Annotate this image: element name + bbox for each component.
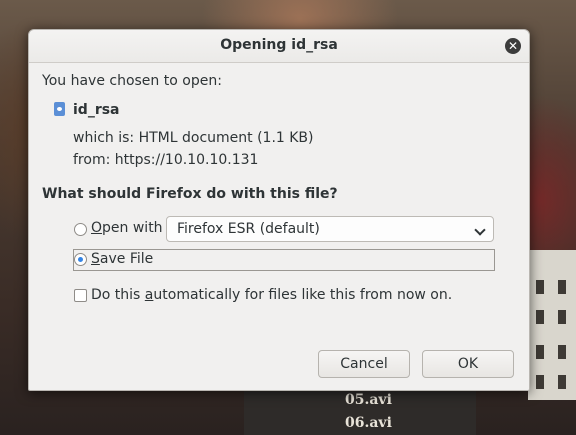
open-with-label[interactable]: Open with <box>91 220 163 236</box>
html-file-icon <box>54 102 65 116</box>
file-type: which is: HTML document (1.1 KB) <box>73 130 314 146</box>
wallpaper-building <box>528 250 576 400</box>
auto-action-checkbox[interactable] <box>74 289 87 302</box>
save-file-mnemonic: S <box>91 251 100 267</box>
application-select[interactable]: Firefox ESR (default) <box>166 216 494 242</box>
open-with-mnemonic: O <box>91 220 103 236</box>
open-with-radio[interactable] <box>74 223 87 236</box>
ok-button[interactable]: OK <box>422 350 514 378</box>
dialog-titlebar: Opening id_rsa ✕ <box>29 30 529 63</box>
close-icon[interactable]: ✕ <box>505 38 521 54</box>
save-file-label[interactable]: Save File <box>91 251 153 267</box>
file-source: from: https://10.10.10.131 <box>73 152 259 168</box>
opening-file-dialog: Opening id_rsa ✕ You have chosen to open… <box>28 29 530 391</box>
application-select-value: Firefox ESR (default) <box>177 221 320 237</box>
intro-text: You have chosen to open: <box>42 73 222 89</box>
auto-action-label-pre: Do this <box>91 287 145 303</box>
cancel-button[interactable]: Cancel <box>318 350 410 378</box>
open-with-label-text: pen with <box>102 220 163 236</box>
save-file-label-text: ave File <box>99 251 154 267</box>
background-file-item: 05.avi <box>345 392 392 408</box>
background-file-item: 06.avi <box>345 415 392 431</box>
auto-action-label[interactable]: Do this automatically for files like thi… <box>91 287 452 303</box>
action-question: What should Firefox do with this file? <box>42 186 338 202</box>
file-name: id_rsa <box>73 102 120 118</box>
save-file-radio[interactable] <box>74 253 87 266</box>
chevron-down-icon <box>474 224 486 236</box>
dialog-title: Opening id_rsa <box>220 37 338 53</box>
auto-action-label-post: utomatically for files like this from no… <box>153 287 453 303</box>
